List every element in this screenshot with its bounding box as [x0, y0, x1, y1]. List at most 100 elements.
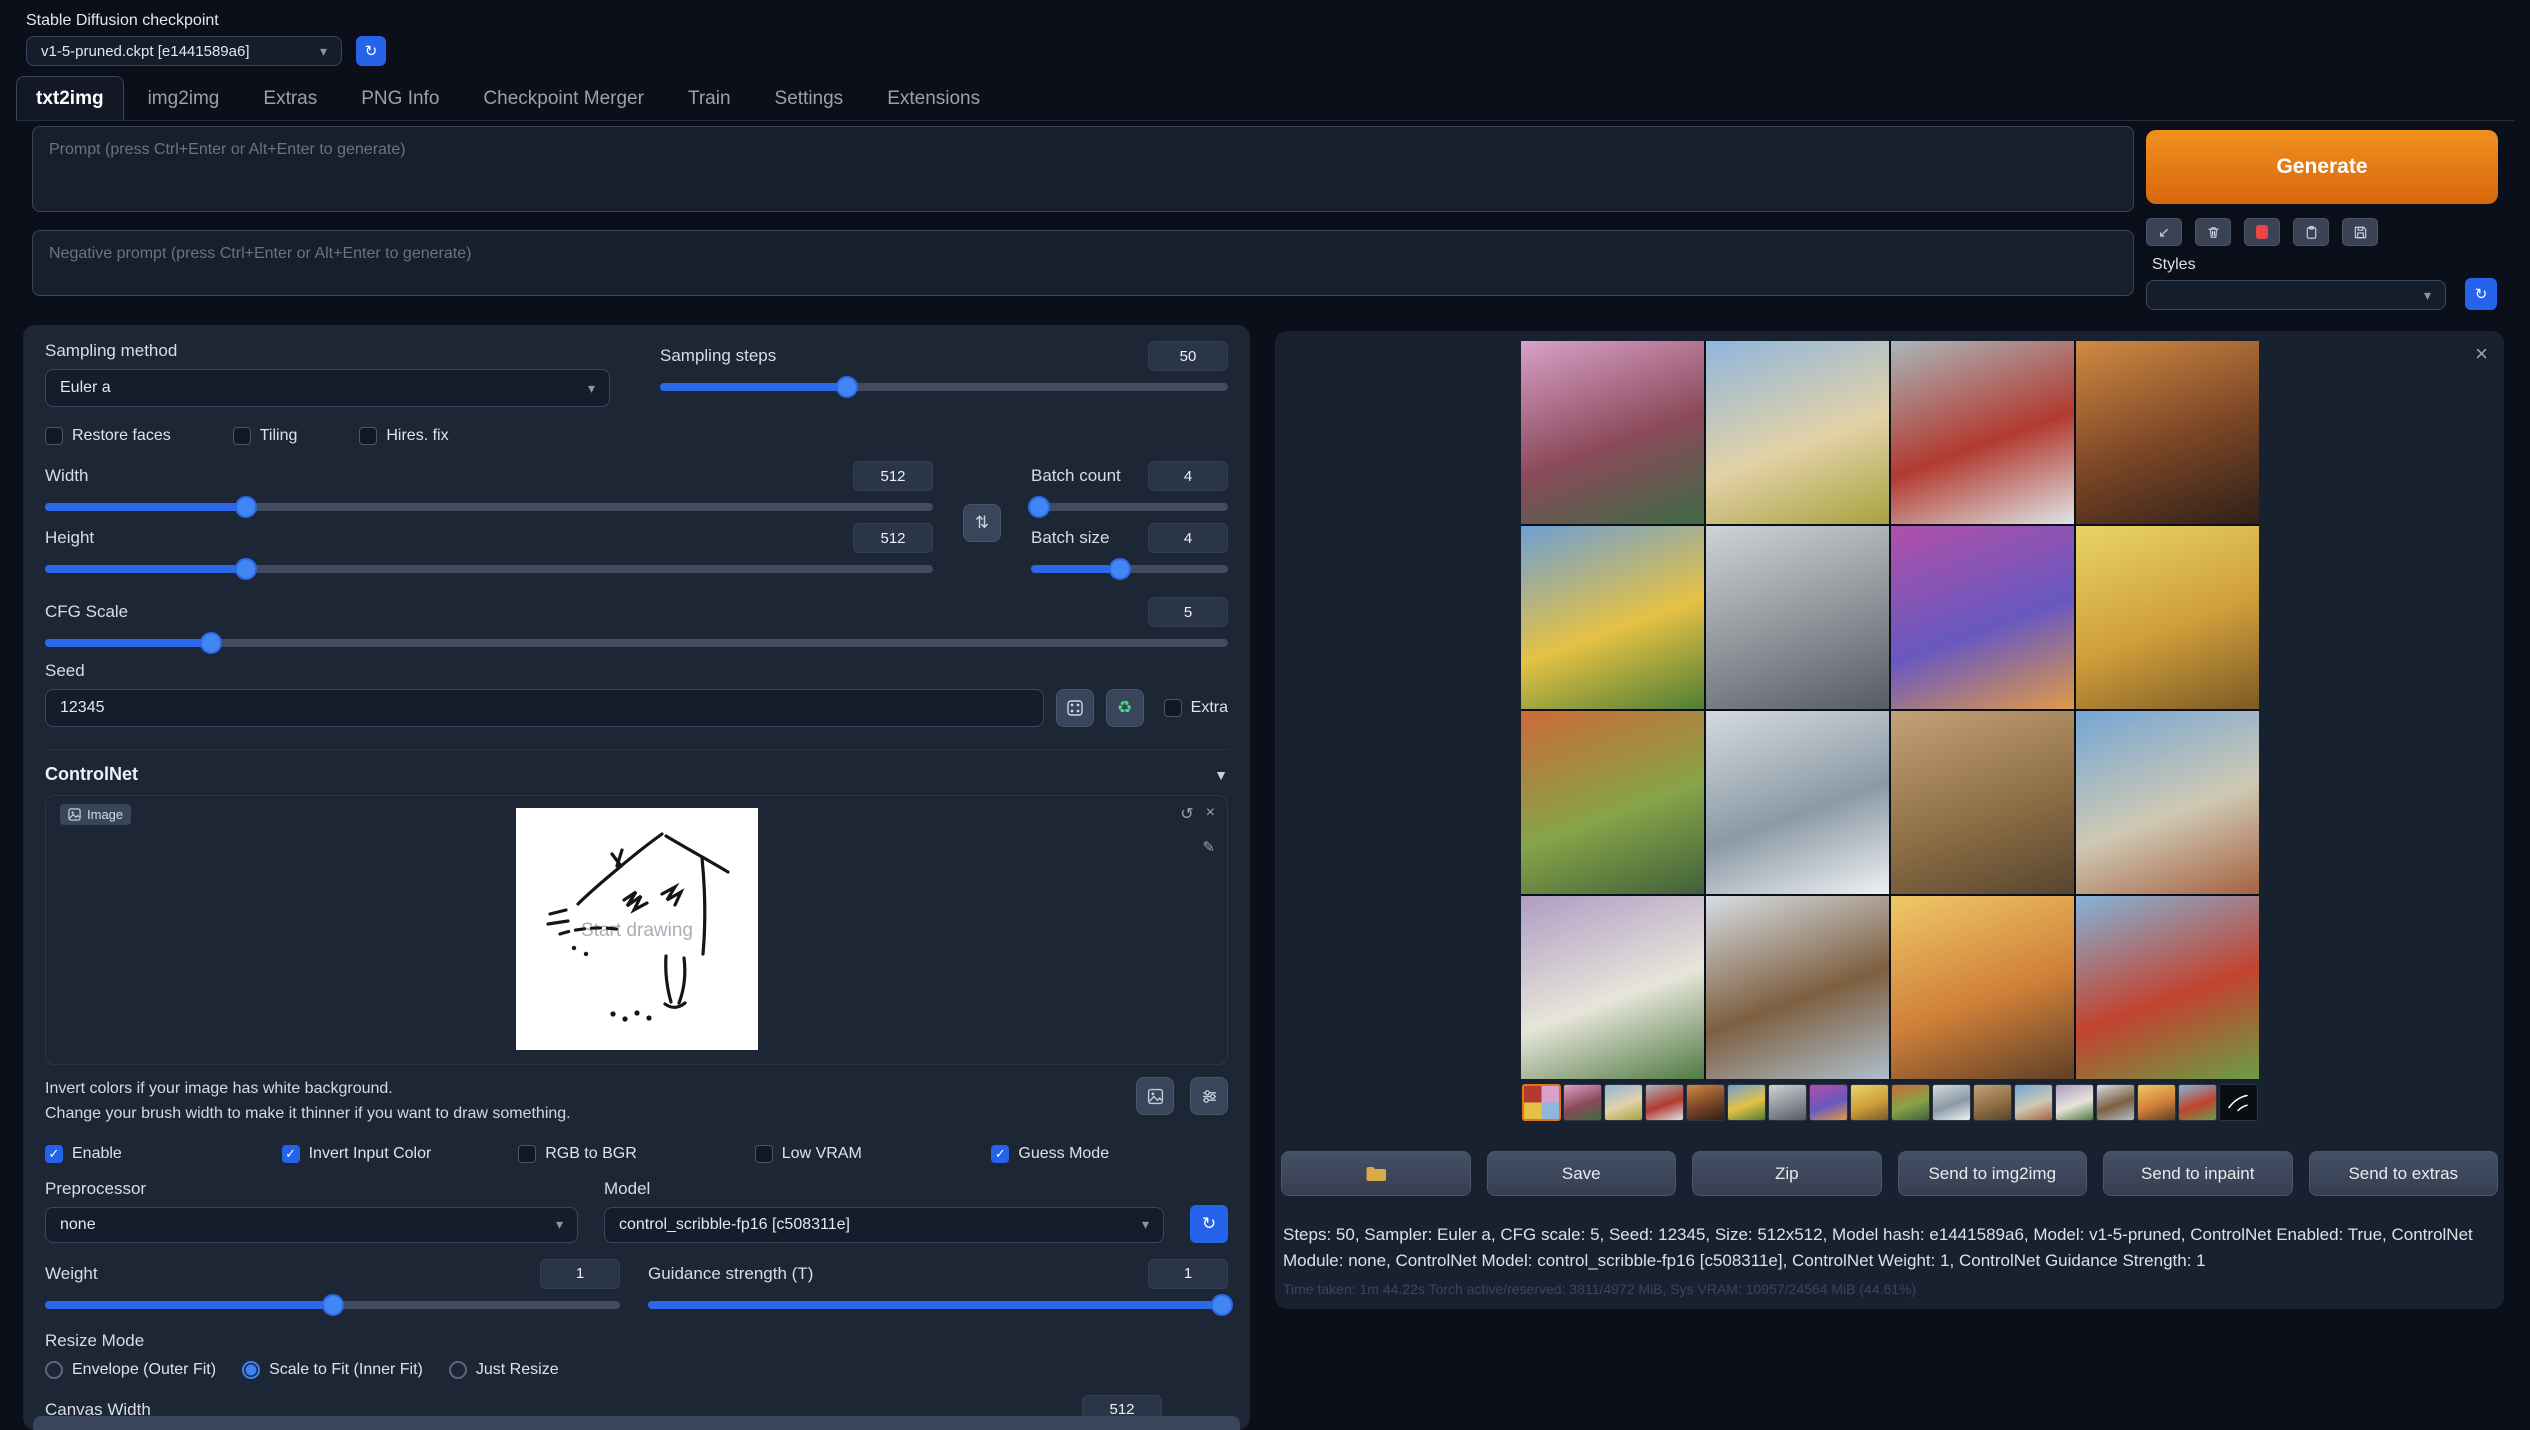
checkpoint-dropdown[interactable]: v1-5-pruned.ckpt [e1441589a6] ▾: [26, 36, 342, 66]
extra-networks-button[interactable]: [2244, 218, 2280, 246]
batch-size-value[interactable]: 4: [1148, 523, 1228, 553]
width-slider[interactable]: [45, 503, 933, 511]
gallery-thumbnail[interactable]: [1727, 1084, 1766, 1121]
width-value[interactable]: 512: [853, 461, 933, 491]
gallery-thumbnail[interactable]: [1686, 1084, 1725, 1121]
invert-input-color-checkbox[interactable]: ✓ Invert Input Color: [282, 1145, 519, 1163]
controlnet-drawing-canvas[interactable]: Start drawing: [516, 808, 758, 1050]
gallery-thumbnail[interactable]: [2137, 1084, 2176, 1121]
paste-params-button[interactable]: ↙: [2146, 218, 2182, 246]
reuse-seed-button[interactable]: ♻: [1106, 689, 1144, 727]
resize-just-resize-radio[interactable]: Just Resize: [449, 1361, 559, 1379]
sampling-steps-value[interactable]: 50: [1148, 341, 1228, 371]
zip-button[interactable]: Zip: [1692, 1151, 1882, 1196]
tab-extensions[interactable]: Extensions: [867, 76, 1000, 120]
script-accordion-bar[interactable]: [33, 1416, 1240, 1430]
preprocessor-dropdown[interactable]: none ▾: [45, 1207, 578, 1243]
gallery-thumbnail[interactable]: [2055, 1084, 2094, 1121]
sampling-method-dropdown[interactable]: Euler a ▾: [45, 369, 610, 407]
gallery-thumbnail[interactable]: [2178, 1084, 2217, 1121]
tab-settings[interactable]: Settings: [755, 76, 864, 120]
cfg-scale-value[interactable]: 5: [1148, 597, 1228, 627]
gallery-thumbnail[interactable]: [2219, 1084, 2258, 1121]
gallery-thumbnail[interactable]: [1973, 1084, 2012, 1121]
gallery-image[interactable]: [1891, 526, 2074, 709]
gallery-thumbnail[interactable]: [1932, 1084, 1971, 1121]
gallery-thumbnail[interactable]: [1768, 1084, 1807, 1121]
guidance-strength-value[interactable]: 1: [1148, 1259, 1228, 1289]
gallery-image[interactable]: [1706, 896, 1889, 1079]
tab-extras[interactable]: Extras: [243, 76, 337, 120]
batch-size-slider[interactable]: [1031, 565, 1228, 573]
tab-txt2img[interactable]: txt2img: [16, 76, 124, 120]
tab-train[interactable]: Train: [668, 76, 751, 120]
apply-style-button[interactable]: [2293, 218, 2329, 246]
tab-checkpoint-merger[interactable]: Checkpoint Merger: [463, 76, 664, 120]
height-value[interactable]: 512: [853, 523, 933, 553]
gallery-image[interactable]: [2076, 896, 2259, 1079]
seed-extra-checkbox[interactable]: ✓ Extra: [1164, 699, 1228, 717]
gallery-thumbnail[interactable]: [1809, 1084, 1848, 1121]
gallery-image[interactable]: [2076, 711, 2259, 894]
controlnet-model-dropdown[interactable]: control_scribble-fp16 [c508311e] ▾: [604, 1207, 1164, 1243]
controlnet-enable-checkbox[interactable]: ✓ Enable: [45, 1145, 282, 1163]
gallery-thumbnail[interactable]: [1604, 1084, 1643, 1121]
height-slider[interactable]: [45, 565, 933, 573]
gallery-thumbnail[interactable]: [2096, 1084, 2135, 1121]
gallery-image[interactable]: [1521, 526, 1704, 709]
open-folder-button[interactable]: [1281, 1151, 1471, 1196]
guess-mode-checkbox[interactable]: ✓ Guess Mode: [991, 1145, 1228, 1163]
seed-input[interactable]: [45, 689, 1044, 727]
pencil-icon[interactable]: ✎: [1202, 838, 1215, 856]
gallery-close-icon[interactable]: ×: [2475, 341, 2488, 367]
swap-width-height-button[interactable]: ⇅: [963, 504, 1001, 542]
guidance-strength-slider[interactable]: [648, 1301, 1228, 1309]
controlnet-header[interactable]: ControlNet ▼: [45, 749, 1228, 785]
hires-fix-checkbox[interactable]: ✓ Hires. fix: [359, 427, 448, 445]
refresh-styles-button[interactable]: ↻: [2465, 278, 2497, 310]
gallery-image[interactable]: [2076, 526, 2259, 709]
close-icon[interactable]: ×: [1206, 804, 1215, 824]
batch-count-slider[interactable]: [1031, 503, 1228, 511]
send-to-extras-button[interactable]: Send to extras: [2309, 1151, 2499, 1196]
controlnet-weight-value[interactable]: 1: [540, 1259, 620, 1289]
gallery-thumbnail[interactable]: [1891, 1084, 1930, 1121]
send-to-inpaint-button[interactable]: Send to inpaint: [2103, 1151, 2293, 1196]
gallery-image[interactable]: [1706, 341, 1889, 524]
gallery-thumbnail[interactable]: [1850, 1084, 1889, 1121]
rgb-to-bgr-checkbox[interactable]: ✓ RGB to BGR: [518, 1145, 755, 1163]
gallery-thumbnail[interactable]: [1522, 1084, 1561, 1121]
sampling-steps-slider[interactable]: [660, 383, 1228, 391]
gallery-image[interactable]: [2076, 341, 2259, 524]
refresh-models-button[interactable]: ↻: [1190, 1205, 1228, 1243]
open-image-button[interactable]: [1136, 1077, 1174, 1115]
gallery-image[interactable]: [1521, 341, 1704, 524]
save-style-button[interactable]: [2342, 218, 2378, 246]
clear-prompt-button[interactable]: [2195, 218, 2231, 246]
negative-prompt-input[interactable]: [32, 230, 2134, 296]
gallery-image[interactable]: [1706, 711, 1889, 894]
restore-faces-checkbox[interactable]: ✓ Restore faces: [45, 427, 171, 445]
gallery-image[interactable]: [1521, 711, 1704, 894]
tab-png-info[interactable]: PNG Info: [341, 76, 459, 120]
batch-count-value[interactable]: 4: [1148, 461, 1228, 491]
send-to-img2img-button[interactable]: Send to img2img: [1898, 1151, 2088, 1196]
resize-envelope-radio[interactable]: Envelope (Outer Fit): [45, 1361, 216, 1379]
gallery-image[interactable]: [1891, 711, 2074, 894]
random-seed-button[interactable]: [1056, 689, 1094, 727]
prompt-input[interactable]: [32, 126, 2134, 212]
collapse-icon[interactable]: ▼: [1214, 767, 1228, 783]
tiling-checkbox[interactable]: ✓ Tiling: [233, 427, 298, 445]
generate-button[interactable]: Generate: [2146, 130, 2498, 204]
resize-scale-to-fit-radio[interactable]: Scale to Fit (Inner Fit): [242, 1361, 423, 1379]
tab-img2img[interactable]: img2img: [128, 76, 240, 120]
gallery-thumbnail[interactable]: [1645, 1084, 1684, 1121]
refresh-checkpoint-button[interactable]: ↻: [356, 36, 386, 66]
gallery-image[interactable]: [1706, 526, 1889, 709]
gallery-thumbnail[interactable]: [2014, 1084, 2053, 1121]
controlnet-weight-slider[interactable]: [45, 1301, 620, 1309]
low-vram-checkbox[interactable]: ✓ Low VRAM: [755, 1145, 992, 1163]
gallery-image[interactable]: [1521, 896, 1704, 1079]
styles-dropdown[interactable]: ▾: [2146, 280, 2446, 310]
gallery-thumbnail[interactable]: [1563, 1084, 1602, 1121]
